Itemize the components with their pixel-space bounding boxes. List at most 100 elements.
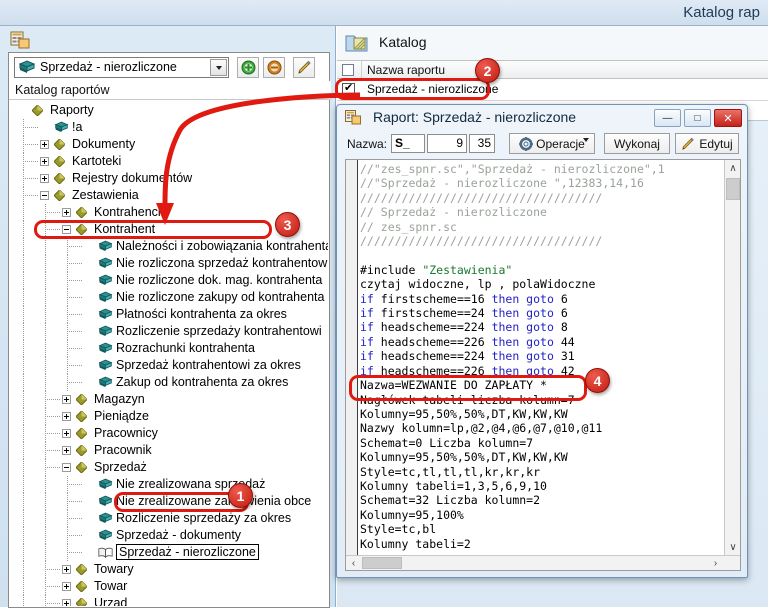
tree-connector: [67, 382, 83, 383]
dialog-title: Raport: Sprzedaż - nierozliczone: [373, 109, 577, 125]
tree-item[interactable]: Towary: [12, 561, 328, 578]
tree-item-label: Raporty: [50, 103, 94, 117]
maximize-button[interactable]: □: [684, 109, 711, 127]
tree-item[interactable]: Sprzedaż - nierozliczone: [12, 544, 328, 561]
tree-connector: [23, 595, 24, 606]
tree-item[interactable]: Należności i zobowiązania kontrahenta: [12, 238, 328, 255]
execute-button[interactable]: Wykonaj: [604, 133, 670, 154]
close-button[interactable]: ✕: [714, 109, 742, 127]
checkbox-empty-icon[interactable]: [342, 64, 354, 76]
tree-connector: [23, 374, 24, 391]
tree-expander-minus-icon[interactable]: [62, 225, 71, 234]
tree-connector: [45, 603, 61, 604]
tree-item-label: Urząd: [94, 596, 128, 606]
tree-item[interactable]: Kontrahenci: [12, 204, 328, 221]
tree-item[interactable]: Sprzedaż: [12, 459, 328, 476]
tree-item[interactable]: Magazyn: [12, 391, 328, 408]
catalog-title: Katalog: [379, 34, 427, 50]
tree-item[interactable]: Kartoteki: [12, 153, 328, 170]
tree-item[interactable]: Nie rozliczone zakupy od kontrahenta: [12, 289, 328, 306]
table-row[interactable]: Sprzedaż - nierozliczone: [337, 79, 768, 101]
horizontal-scroll-thumb[interactable]: [362, 557, 402, 569]
number-field-2[interactable]: 35: [469, 134, 495, 153]
vertical-scroll-thumb[interactable]: [726, 178, 740, 200]
book-icon: [54, 121, 69, 133]
tree-connector: [67, 297, 83, 298]
tree-item[interactable]: Pracownicy: [12, 425, 328, 442]
tree-connector: [23, 442, 24, 459]
tree-item[interactable]: Rozrachunki kontrahenta: [12, 340, 328, 357]
tree-item[interactable]: Płatności kontrahenta za okres: [12, 306, 328, 323]
tree-expander-plus-icon[interactable]: [62, 582, 71, 591]
editor-horizontal-scrollbar[interactable]: ‹ ›: [346, 555, 740, 570]
edit-report-button[interactable]: [293, 57, 315, 78]
edit-button[interactable]: Edytuj: [675, 133, 739, 154]
chevron-down-icon: [583, 138, 589, 142]
tree-connector: [23, 306, 24, 323]
editor-content[interactable]: //"zes_spnr.sc","Sprzedaż - nierozliczon…: [360, 162, 712, 554]
tree-item[interactable]: Sprzedaż - dokumenty: [12, 527, 328, 544]
left-panel: Sprzedaż - nierozliczone Katalog raportó…: [0, 26, 336, 608]
catalog-header-row: Katalog: [337, 26, 768, 60]
tree-expander-plus-icon[interactable]: [40, 157, 49, 166]
operations-button[interactable]: Operacje: [509, 133, 595, 154]
scroll-right-icon[interactable]: ›: [708, 556, 723, 570]
tree-item[interactable]: Kontrahent: [12, 221, 328, 238]
tree-item[interactable]: Zestawienia: [12, 187, 328, 204]
tree-expander-plus-icon[interactable]: [62, 208, 71, 217]
tree-expander-plus-icon[interactable]: [40, 140, 49, 149]
catalog-combobox[interactable]: Sprzedaż - nierozliczone: [14, 57, 229, 78]
tree-connector: [45, 306, 46, 323]
tree-item[interactable]: Pracownik: [12, 442, 328, 459]
tree-item[interactable]: !a: [12, 119, 328, 136]
tree-item[interactable]: Raporty: [12, 102, 328, 119]
scroll-up-icon[interactable]: ∧: [725, 160, 741, 176]
tree-expander-plus-icon[interactable]: [62, 395, 71, 404]
book-icon: [98, 342, 113, 354]
dialog-titlebar[interactable]: Raport: Sprzedaż - nierozliczone — □ ✕: [337, 105, 747, 130]
report-tree[interactable]: Raporty !a Dokumenty Kartoteki Rejestry doku…: [12, 102, 328, 606]
tree-expander-plus-icon[interactable]: [62, 565, 71, 574]
code-editor[interactable]: //"zes_spnr.sc","Sprzedaż - nierozliczon…: [345, 159, 741, 571]
tree-item[interactable]: Nie zrealizowana sprzedaż: [12, 476, 328, 493]
scroll-down-icon[interactable]: ∨: [725, 539, 741, 555]
number-field-1[interactable]: 9: [427, 134, 467, 153]
tree-item[interactable]: Nie rozliczona sprzedaż kontrahentowi: [12, 255, 328, 272]
tree-item[interactable]: Nie rozliczone dok. mag. kontrahenta: [12, 272, 328, 289]
tree-expander-plus-icon[interactable]: [62, 412, 71, 421]
tree-item[interactable]: Rozliczenie sprzedaży za okres: [12, 510, 328, 527]
tree-item[interactable]: Nie zrealizowane zamówienia obce: [12, 493, 328, 510]
tree-connector: [23, 204, 24, 221]
tree-item[interactable]: Rozliczenie sprzedaży kontrahentowi: [12, 323, 328, 340]
tree-expander-plus-icon[interactable]: [62, 429, 71, 438]
tree-connector: [23, 578, 24, 595]
book-icon: [18, 60, 36, 78]
scroll-left-icon[interactable]: ‹: [346, 556, 361, 570]
chevron-down-icon[interactable]: [210, 59, 227, 76]
tree-item[interactable]: Sprzedaż kontrahentowi za okres: [12, 357, 328, 374]
name-field[interactable]: S_: [391, 134, 425, 153]
tree-expander-plus-icon[interactable]: [40, 174, 49, 183]
tree-item[interactable]: Pieniądze: [12, 408, 328, 425]
folder-diamond-icon: [75, 427, 88, 440]
tree-expander-plus-icon[interactable]: [62, 446, 71, 455]
tree-item[interactable]: Rejestry dokumentów: [12, 170, 328, 187]
tree-item-label: Dokumenty: [72, 137, 136, 151]
tree-expander-plus-icon[interactable]: [62, 599, 71, 606]
remove-report-button[interactable]: [263, 57, 285, 78]
row-checkbox[interactable]: [342, 81, 355, 96]
tree-connector: [45, 212, 61, 213]
tree-item[interactable]: Towar: [12, 578, 328, 595]
plus-circle-icon: [241, 60, 255, 75]
catalog-label: Katalog raportów: [9, 81, 331, 100]
tree-expander-minus-icon[interactable]: [62, 463, 71, 472]
tree-item[interactable]: Dokumenty: [12, 136, 328, 153]
add-report-button[interactable]: [237, 57, 259, 78]
tree-item-label: !a: [72, 120, 83, 134]
minimize-button[interactable]: —: [654, 109, 681, 127]
tree-item[interactable]: Urząd: [12, 595, 328, 606]
editor-vertical-scrollbar[interactable]: ∧ ∨: [724, 160, 740, 555]
tree-item[interactable]: Zakup od kontrahenta za okres: [12, 374, 328, 391]
tree-expander-minus-icon[interactable]: [40, 191, 49, 200]
column-header-name: Nazwa raportu: [367, 63, 446, 77]
